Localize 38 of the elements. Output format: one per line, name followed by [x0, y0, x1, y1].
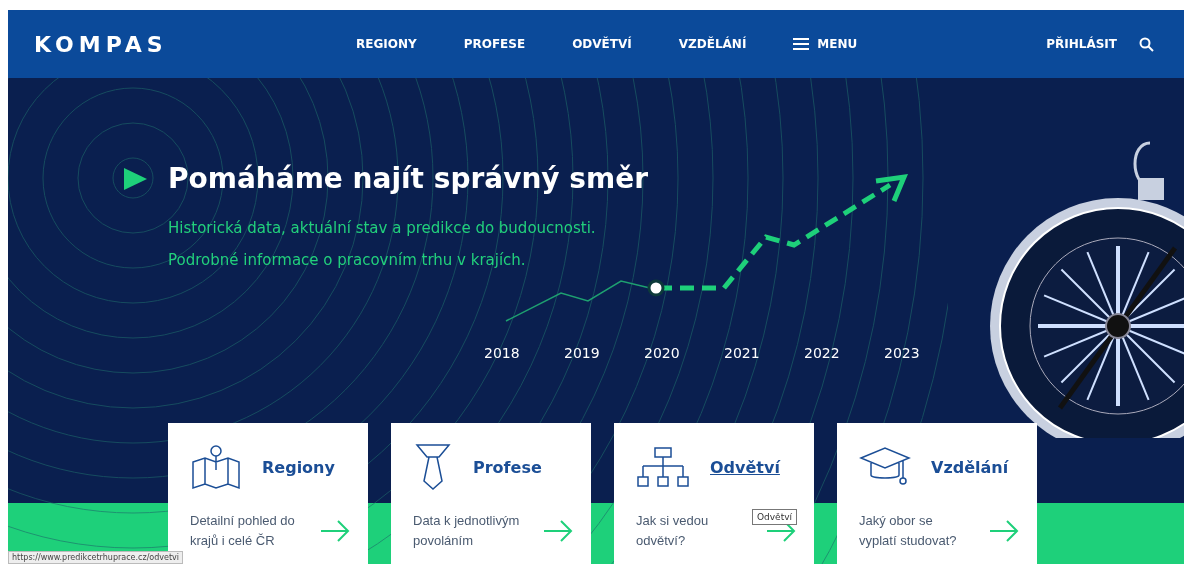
nav-link[interactable]: PROFESE	[463, 37, 526, 51]
nav-link[interactable]: ODVĚTVÍ	[572, 37, 632, 51]
card-description: Jaký obor se vyplatí studovat?	[859, 512, 958, 550]
menu-button[interactable]: MENU	[793, 37, 858, 51]
card-description: Jak si vedou odvětví?	[636, 512, 710, 550]
map-pin-icon	[190, 444, 242, 490]
card-title: Odvětví	[710, 457, 780, 477]
year-label: 2021	[724, 345, 761, 361]
card-description: Data k jednotlivým povoláním	[413, 512, 521, 550]
arrow-right-icon	[320, 520, 350, 542]
category-card[interactable]: Odvětví Jak si vedou odvětví? Odvětví	[614, 423, 814, 564]
nav-link[interactable]: VZDĚLÁNÍ	[678, 37, 747, 51]
card-description: Detailní pohled do krajů i celé ČR	[190, 512, 296, 550]
hero-subtitle: Podrobné informace o pracovním trhu v krajích.	[168, 251, 527, 269]
card-title: Regiony	[262, 457, 335, 477]
login-link[interactable]: PŘIHLÁSIT	[1046, 37, 1117, 51]
logo[interactable]: KOMPAS	[34, 31, 356, 57]
tooltip: Odvětví	[752, 509, 797, 525]
arrow-right-icon	[543, 520, 573, 542]
hero-subtitle: Historická data, aktuální stav a predikce do budoucnosti.	[168, 219, 597, 237]
hero-title: Pomáháme najít správný směr	[168, 162, 648, 195]
card-title: Vzdělání	[931, 457, 1009, 477]
status-bar-url: https://www.predikcetrhuprace.cz/odvetvi	[8, 551, 184, 564]
play-triangle-icon	[122, 165, 148, 192]
category-card[interactable]: Vzdělání Jaký obor se vyplatí studovat?	[837, 423, 1037, 564]
tie-icon	[413, 443, 453, 491]
year-label: 2020	[644, 345, 681, 361]
org-chart-icon	[636, 446, 690, 488]
menu-icon	[793, 38, 810, 50]
search-icon[interactable]	[1139, 36, 1154, 52]
card-title: Profese	[473, 457, 542, 477]
nav-link[interactable]: REGIONY	[356, 37, 417, 51]
year-label: 2018	[484, 345, 521, 361]
year-label: 2022	[804, 345, 841, 361]
year-label: 2023	[884, 345, 921, 361]
arrow-right-icon	[989, 520, 1019, 542]
year-label: 2019	[564, 345, 601, 361]
category-card[interactable]: Profese Data k jednotlivým povoláním	[391, 423, 591, 564]
